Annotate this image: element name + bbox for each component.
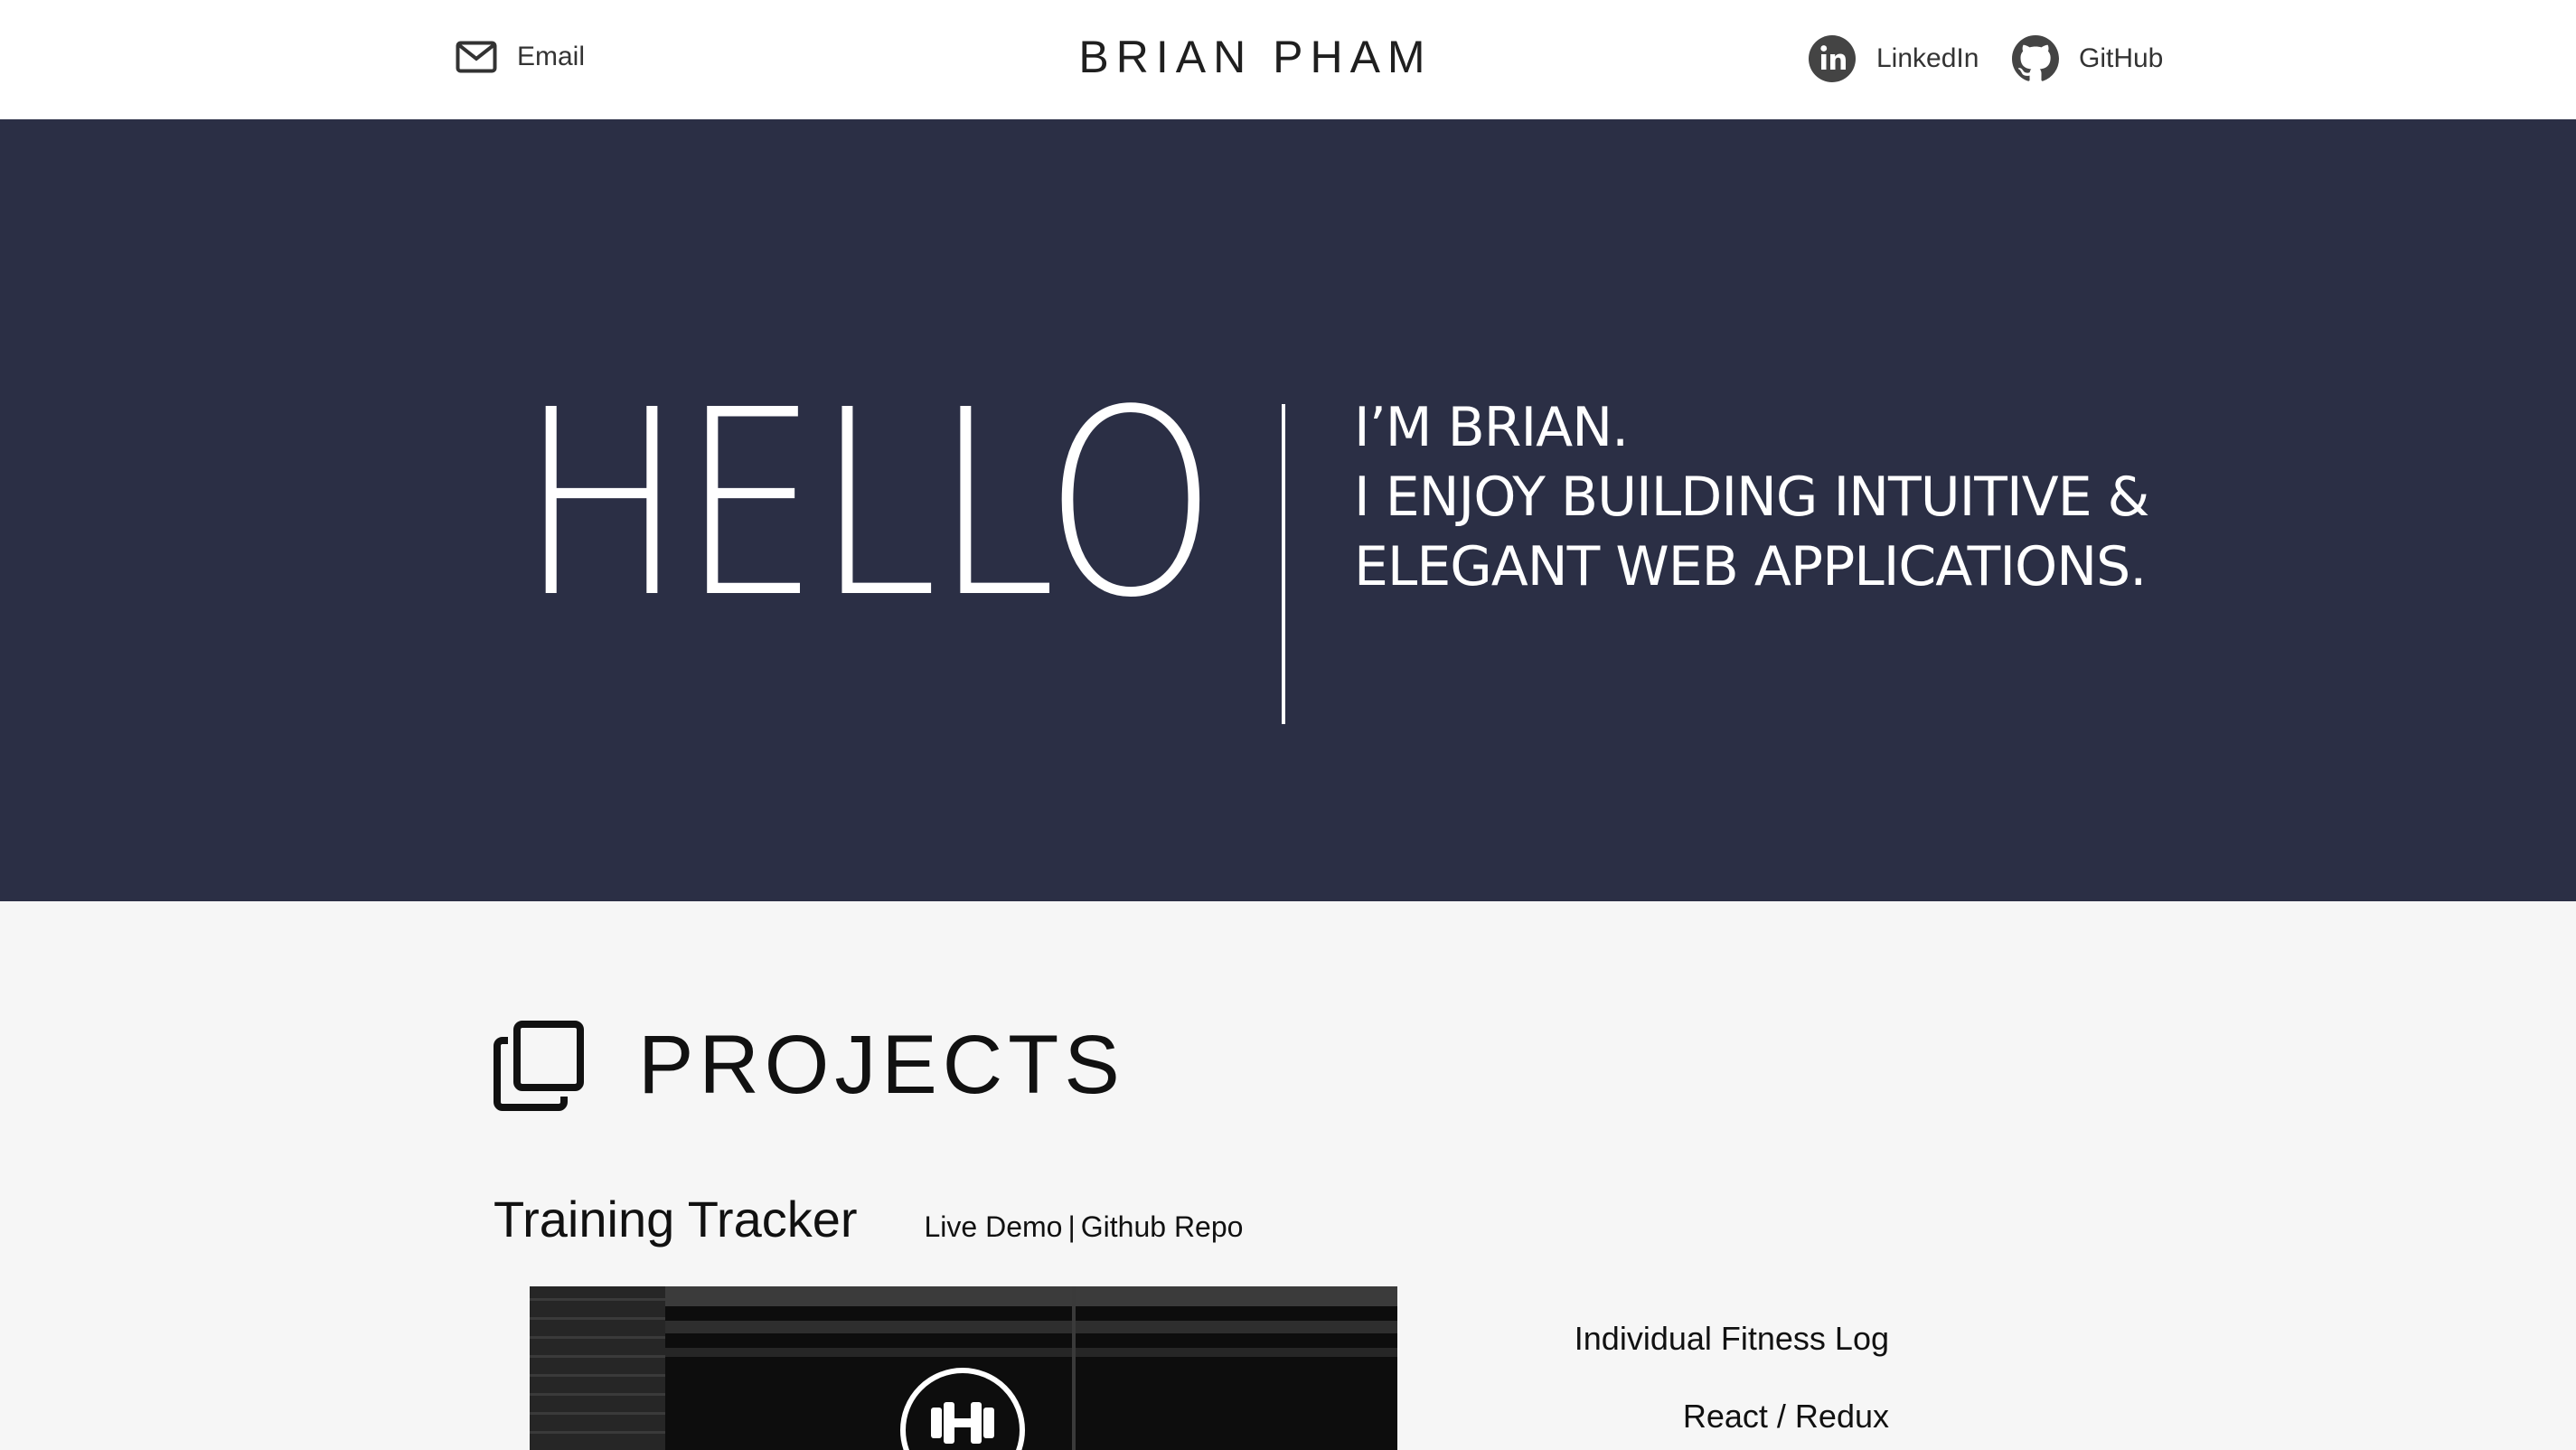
linkedin-link[interactable]: LinkedIn xyxy=(1808,34,1979,83)
photo-beam xyxy=(665,1348,1397,1357)
stacked-squares-icon xyxy=(494,1020,584,1111)
tagline-line-1: I’M BRIAN. xyxy=(1354,396,1629,459)
top-navigation: Email BRIAN PHAM LinkedIn GitHub xyxy=(0,0,2576,119)
project-screenshot[interactable] xyxy=(530,1286,1397,1450)
photo-beam xyxy=(665,1286,1397,1306)
linkedin-icon xyxy=(1808,34,1857,83)
photo-brick-wall xyxy=(530,1286,665,1450)
projects-title: PROJECTS xyxy=(638,1019,1125,1111)
hero-hello-text: HELLO xyxy=(519,354,1217,654)
hero-banner: HELLO I’M BRIAN. I ENJOY BUILDING INTUIT… xyxy=(0,119,2576,901)
github-repo-link[interactable]: Github Repo xyxy=(1081,1210,1244,1243)
site-brand: BRIAN PHAM xyxy=(0,31,2576,83)
github-link[interactable]: GitHub xyxy=(2012,34,2163,83)
project-details: Individual Fitness Log React / Redux xyxy=(1575,1320,1889,1436)
github-icon xyxy=(2012,35,2059,82)
photo-pipe xyxy=(1072,1286,1076,1450)
link-separator: | xyxy=(1067,1210,1076,1243)
dumbbell-icon xyxy=(900,1368,1025,1450)
project-description: Individual Fitness Log xyxy=(1574,1320,1889,1357)
live-demo-link[interactable]: Live Demo xyxy=(925,1210,1063,1243)
linkedin-label: LinkedIn xyxy=(1876,43,1979,73)
tagline-line-3: ELEGANT WEB APPLICATIONS. xyxy=(1354,535,2147,598)
brand-text: BRIAN PHAM xyxy=(1078,32,1433,82)
project-stack: React / Redux xyxy=(1682,1398,1889,1435)
projects-header: PROJECTS xyxy=(494,1018,1125,1113)
tagline-line-2: I ENJOY BUILDING INTUITIVE & xyxy=(1354,466,2149,529)
project-links: Live Demo | Github Repo xyxy=(925,1210,1244,1244)
hero-divider xyxy=(1282,404,1285,724)
project-name: Training Tracker xyxy=(494,1191,858,1248)
github-label: GitHub xyxy=(2079,43,2164,73)
hero-tagline: I’M BRIAN. I ENJOY BUILDING INTUITIVE & … xyxy=(1354,393,2149,602)
project-header-training-tracker: Training Tracker Live Demo | Github Repo xyxy=(494,1190,1243,1248)
photo-beam xyxy=(665,1321,1397,1333)
